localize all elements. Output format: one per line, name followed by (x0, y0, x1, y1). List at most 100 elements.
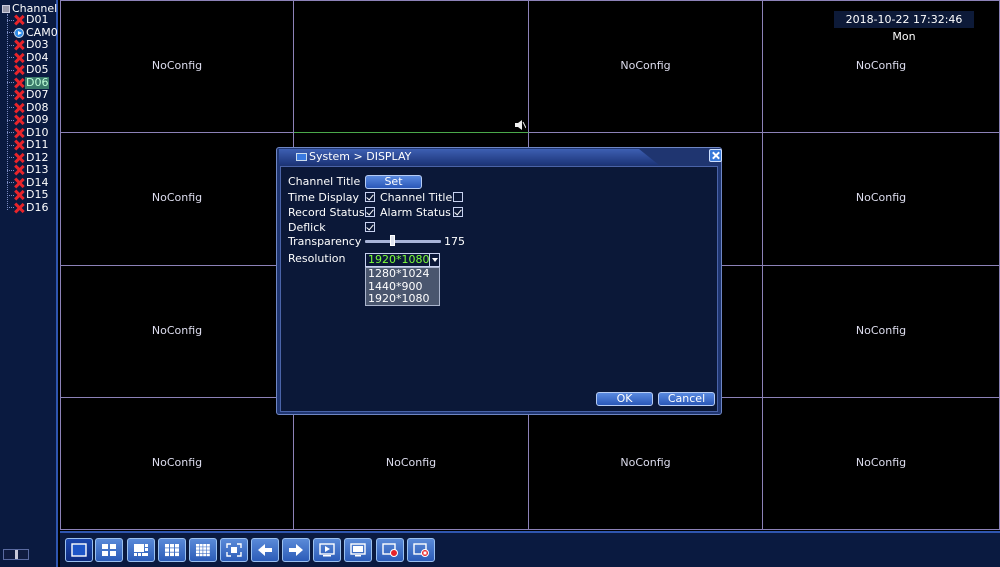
channel-item[interactable]: D09 (7, 114, 49, 127)
time-display-checkbox[interactable] (365, 192, 375, 202)
video-cell[interactable]: NoConfig (529, 1, 763, 133)
channel-item[interactable]: D10 (7, 125, 49, 140)
sidebar-scrollbar[interactable] (3, 549, 29, 560)
fullscreen-icon (226, 543, 242, 557)
quad-view-button[interactable] (95, 538, 123, 562)
scrollbar-thumb[interactable] (15, 550, 18, 559)
datetime-overlay: 2018-10-22 17:32:46 Mon (834, 11, 974, 43)
single-view-icon (71, 543, 87, 557)
channel-item-label: D03 (26, 38, 49, 52)
resolution-option[interactable]: 1920*1080 (366, 292, 439, 306)
display-button[interactable] (344, 538, 372, 562)
channel-item-label: D16 (26, 200, 49, 214)
channel-item[interactable]: D06 (7, 76, 50, 90)
channel-item[interactable]: D12 (7, 151, 49, 165)
deflick-checkbox[interactable] (365, 222, 375, 232)
alarm-status-label: Alarm Status (380, 206, 451, 219)
tree-branch (7, 157, 14, 159)
channel-title-checkbox[interactable] (453, 192, 463, 202)
channel-status-text: NoConfig (151, 456, 203, 469)
channel-status-text: NoConfig (620, 456, 671, 469)
cancel-button[interactable]: Cancel (658, 392, 715, 406)
channel-status-text: NoConfig (855, 59, 907, 72)
bottom-toolbar (60, 531, 1000, 567)
nine-view-button[interactable] (158, 538, 186, 562)
camera-online-icon (14, 27, 24, 38)
channel-item[interactable]: D04 (7, 51, 49, 65)
sixteen-view-icon (196, 544, 210, 557)
next-button[interactable] (282, 538, 310, 562)
tree-branch (7, 107, 14, 109)
ok-button[interactable]: OK (596, 392, 653, 406)
disconnected-x-icon (14, 78, 24, 88)
channel-item-label: D09 (26, 113, 49, 127)
video-cell[interactable]: NoConfig (61, 398, 294, 529)
tree-branch (7, 19, 14, 21)
set-button[interactable]: Set (365, 175, 422, 189)
channel-item[interactable]: D16 (7, 200, 49, 215)
channel-item[interactable]: D07 (7, 89, 49, 102)
channel-status-text: NoConfig (620, 59, 671, 72)
record-status-label: Record Status (288, 206, 365, 219)
resolution-select[interactable]: 1920*1080 (365, 253, 440, 267)
eight-view-icon (134, 544, 148, 556)
transparency-value: 175 (444, 235, 465, 248)
alarm-status-checkbox[interactable] (453, 207, 463, 217)
channel-item-label: D08 (26, 100, 49, 114)
channel-item[interactable]: D08 (7, 100, 49, 115)
disconnected-x-icon (14, 40, 24, 50)
channel-item[interactable]: D01 (7, 14, 49, 27)
resolution-option[interactable]: 1280*1024 (366, 267, 439, 281)
channel-tree-panel: Channel D01 CAM0 D03 D04 D05 D06 D07 D08 D09 D10 D… (0, 0, 58, 567)
channel-item[interactable]: D03 (7, 39, 49, 52)
stop-record-button[interactable] (407, 538, 435, 562)
channel-item-label: D13 (26, 163, 49, 177)
previous-button[interactable] (251, 538, 279, 562)
channel-item[interactable]: D11 (7, 139, 49, 152)
channel-item[interactable]: CAM0 (7, 25, 59, 40)
eight-view-button[interactable] (127, 538, 155, 562)
video-cell[interactable] (294, 1, 529, 133)
fullscreen-button[interactable] (220, 538, 248, 562)
deflick-label: Deflick (288, 221, 326, 234)
video-cell[interactable]: NoConfig (763, 266, 999, 398)
transparency-slider[interactable] (365, 240, 441, 243)
tree-branch (7, 207, 14, 209)
channel-item[interactable]: D15 (7, 189, 49, 202)
close-icon[interactable] (709, 149, 722, 162)
video-cell[interactable]: NoConfig (763, 398, 999, 529)
record-icon (382, 543, 398, 557)
tree-folder-icon (2, 4, 10, 13)
resolution-selected-value: 1920*1080 (368, 253, 430, 266)
disconnected-x-icon (14, 103, 24, 113)
video-cell[interactable]: NoConfig (529, 398, 763, 529)
playback-button[interactable] (313, 538, 341, 562)
channel-status-text: NoConfig (855, 456, 907, 469)
video-cell[interactable]: NoConfig (294, 398, 529, 529)
dialog-title: System > DISPLAY (309, 150, 412, 163)
record-button[interactable] (376, 538, 404, 562)
channel-item[interactable]: D05 (7, 64, 49, 77)
channel-item[interactable]: D14 (7, 176, 49, 190)
video-cell[interactable]: NoConfig (61, 133, 294, 266)
channel-item-label: D10 (26, 125, 49, 139)
single-view-button[interactable] (65, 538, 93, 562)
video-cell[interactable]: NoConfig (61, 1, 294, 133)
channel-item-label: D05 (26, 63, 49, 77)
tree-branch (7, 119, 14, 121)
tree-branch (7, 57, 14, 59)
channel-item-label: CAM0 (26, 25, 58, 39)
video-cell[interactable]: NoConfig (763, 133, 999, 266)
transparency-slider-thumb[interactable] (390, 235, 395, 246)
stop-record-icon (413, 543, 429, 557)
disconnected-x-icon (14, 190, 24, 200)
chevron-down-icon[interactable] (429, 254, 439, 266)
channel-item[interactable]: D13 (7, 164, 49, 177)
disconnected-x-icon (14, 65, 24, 75)
quad-view-icon (102, 544, 116, 556)
sixteen-view-button[interactable] (189, 538, 217, 562)
video-cell[interactable]: NoConfig (61, 266, 294, 398)
dialog-titlebar[interactable]: System > DISPLAY (279, 149, 722, 165)
channel-status-text: NoConfig (151, 59, 203, 72)
record-status-checkbox[interactable] (365, 207, 375, 217)
